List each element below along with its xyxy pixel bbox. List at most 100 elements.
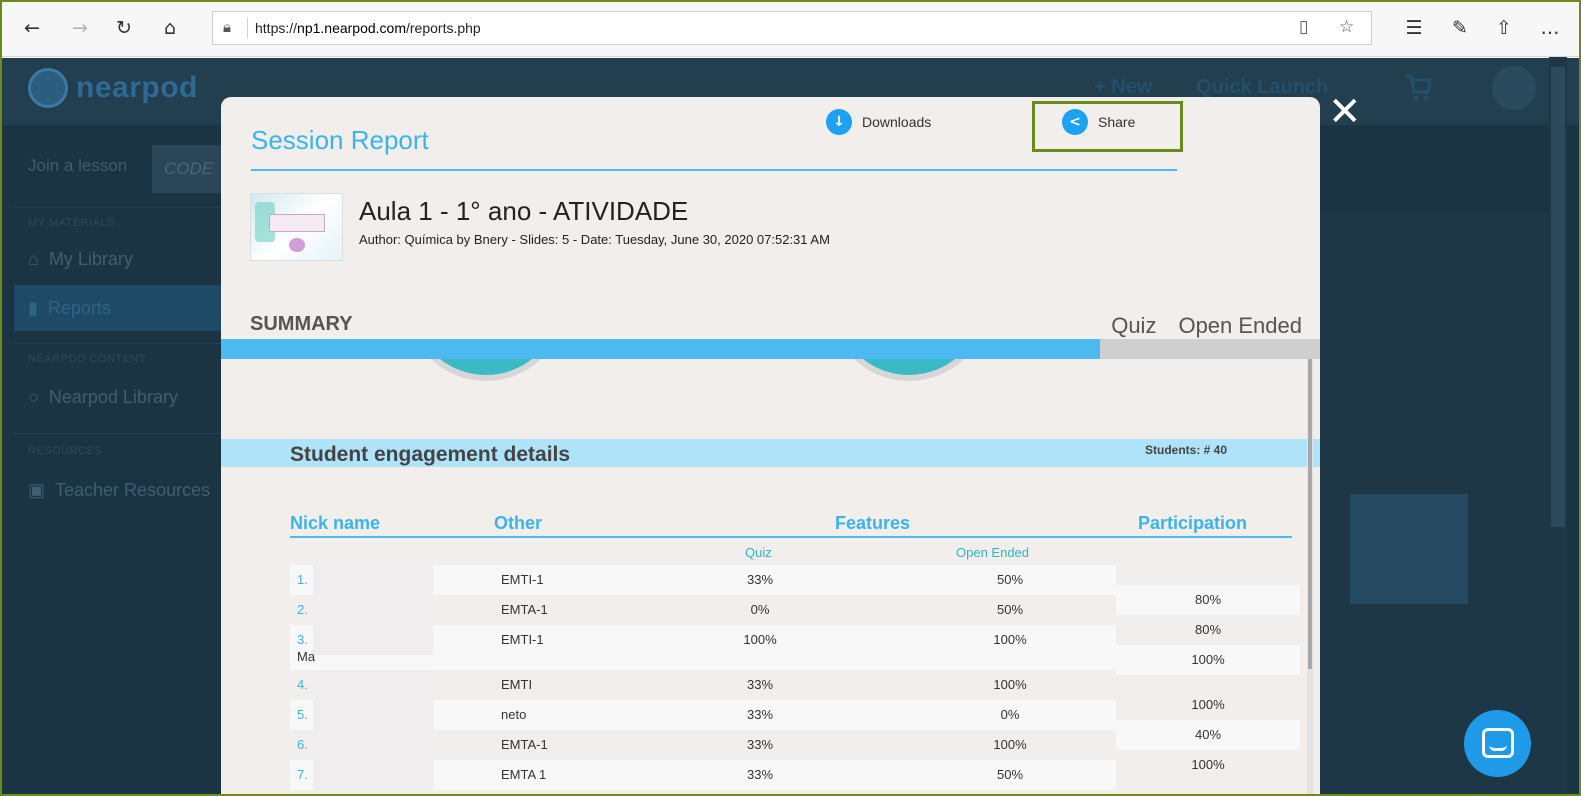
- other-cell: EMTI: [501, 677, 533, 692]
- progress-bar: [221, 339, 1320, 359]
- sidebar-item-label: Teacher Resources: [55, 480, 211, 500]
- quiz-cell: 33%: [746, 572, 774, 587]
- nick-name-cell: [313, 625, 433, 655]
- report-tabs: Quiz Open Ended: [1111, 313, 1302, 339]
- participation-cell: 40%: [1116, 720, 1300, 750]
- participation-cell: 100%: [1116, 645, 1300, 675]
- row-number: 3.: [297, 632, 308, 647]
- url-text: https://np1.nearpod.com/reports.php: [255, 20, 481, 36]
- other-cell: EMTI-1: [501, 572, 544, 587]
- row-number: 4.: [297, 677, 308, 692]
- address-divider: [247, 18, 248, 38]
- table-row: 5. neto 33% 0%: [290, 700, 1116, 730]
- close-icon[interactable]: ✕: [1328, 92, 1362, 132]
- nick-name-cell: [313, 595, 433, 625]
- forward-icon[interactable]: →: [66, 14, 94, 42]
- quiz-cell: 33%: [746, 737, 774, 752]
- open-ended-cell: 50%: [996, 602, 1024, 617]
- nick-name-cell: [313, 565, 433, 595]
- other-cell: EMTA-1: [501, 737, 548, 752]
- sidebar-item-reports[interactable]: ▮ Reports: [14, 285, 224, 331]
- refresh-icon[interactable]: ↻: [110, 14, 138, 42]
- sidebar-item-nearpod-library[interactable]: ○ Nearpod Library: [28, 387, 178, 408]
- quiz-cell: 33%: [746, 767, 774, 782]
- sidebar: Join a lesson CODE MY MATERIALS ⌂ My Lib…: [14, 125, 242, 796]
- participation-value: 80%: [1194, 592, 1222, 607]
- tab-quiz[interactable]: Quiz: [1111, 313, 1156, 339]
- report-scrollbar-thumb[interactable]: [1308, 359, 1312, 669]
- col-open-ended: Open Ended: [956, 545, 1030, 560]
- other-cell: neto: [501, 707, 527, 722]
- quiz-cell: 33%: [746, 707, 774, 722]
- logo-text: nearpod: [76, 71, 198, 104]
- quiz-cell: 33%: [746, 677, 774, 692]
- chat-button[interactable]: [1464, 710, 1531, 777]
- nick-name-cell: [313, 670, 433, 700]
- col-nick-name[interactable]: Nick name: [290, 513, 380, 534]
- title-underline: [251, 169, 1177, 171]
- avatar[interactable]: [1492, 66, 1536, 110]
- bar-chart-icon: ▮: [28, 297, 38, 318]
- nearpod-logo[interactable]: nearpod: [28, 68, 198, 108]
- share-page-icon[interactable]: ⇧: [1490, 14, 1518, 42]
- participation-cell: 100%: [1116, 750, 1300, 780]
- lesson-meta: Author: Química by Bnery - Slides: 5 - D…: [359, 232, 830, 247]
- report-scroll-area[interactable]: Student engagement details Students: # 4…: [221, 359, 1320, 796]
- new-button[interactable]: + New: [1094, 76, 1152, 99]
- open-ended-cell: 100%: [993, 737, 1027, 752]
- col-participation[interactable]: Participation: [1138, 513, 1247, 534]
- table-row: 3. Ma EMTI-1 100% 100%: [290, 625, 1116, 670]
- browser-toolbar: ← → ↻ ⌂ 🔒︎ https://np1.nearpod.com/repor…: [0, 0, 1581, 57]
- sidebar-item-my-library[interactable]: ⌂ My Library: [28, 249, 133, 270]
- tab-open-ended[interactable]: Open Ended: [1178, 313, 1302, 339]
- sidebar-item-teacher-resources[interactable]: ▣ Teacher Resources: [28, 480, 210, 501]
- col-other[interactable]: Other: [494, 513, 542, 534]
- participation-value: 80%: [1194, 622, 1222, 637]
- favorites-list-icon[interactable]: ☰: [1400, 14, 1428, 42]
- table-row: 7. EMTA 1 33% 50%: [290, 760, 1116, 790]
- open-ended-cell: 0%: [1000, 707, 1020, 722]
- participation-cell: 80%: [1116, 585, 1300, 615]
- downloads-label: Downloads: [862, 114, 932, 130]
- progress-fill: [221, 339, 1101, 359]
- sidebar-divider: [14, 433, 224, 434]
- session-report-modal: Session Report ↓ Downloads < Share Aula …: [221, 97, 1320, 796]
- favorite-star-icon[interactable]: ☆: [1339, 17, 1354, 37]
- participation-value: 100%: [1191, 697, 1225, 712]
- sidebar-item-label: Nearpod Library: [48, 387, 178, 407]
- reading-view-icon[interactable]: ▯: [1299, 17, 1308, 37]
- address-bar[interactable]: 🔒︎ https://np1.nearpod.com/reports.php ▯…: [212, 11, 1372, 45]
- col-quiz: Quiz: [745, 545, 772, 560]
- open-ended-cell: 100%: [993, 677, 1027, 692]
- row-extra: Ma: [297, 649, 316, 664]
- quiz-donut-chart: [406, 359, 566, 381]
- open-ended-cell: 100%: [993, 632, 1027, 647]
- sidebar-item-label: Reports: [47, 297, 111, 318]
- quiz-cell: 0%: [750, 602, 770, 617]
- home-icon: ⌂: [28, 249, 39, 269]
- table-row: 6. EMTA-1 33% 100%: [290, 730, 1116, 760]
- page-scrollbar-thumb[interactable]: [1551, 67, 1565, 527]
- table-row: 4. EMTI 33% 100%: [290, 670, 1116, 700]
- section-my-materials: MY MATERIALS: [28, 217, 115, 229]
- nick-name-cell: [313, 760, 433, 790]
- home-icon[interactable]: ⌂: [156, 14, 184, 42]
- report-scrollbar[interactable]: [1307, 359, 1313, 796]
- quick-launch-button[interactable]: Quick Launch: [1196, 76, 1328, 99]
- section-nearpod-content: NEARPOD CONTENT: [28, 353, 147, 365]
- back-icon[interactable]: ←: [18, 14, 46, 42]
- more-icon[interactable]: …: [1536, 14, 1564, 42]
- downloads-button[interactable]: ↓ Downloads: [826, 109, 931, 135]
- nick-name-cell: [313, 700, 433, 730]
- page-scrollbar[interactable]: [1549, 57, 1567, 796]
- header-underline: [290, 536, 1292, 538]
- download-icon: ↓: [826, 109, 852, 135]
- cart-icon[interactable]: [1404, 72, 1432, 102]
- col-features: Features: [835, 513, 911, 533]
- pen-icon[interactable]: ✎: [1446, 14, 1474, 42]
- lesson-thumbnail: [250, 193, 343, 261]
- other-cell: EMTA-1: [501, 602, 548, 617]
- other-cell: EMTI-1: [501, 632, 544, 647]
- open-ended-donut-chart: [829, 359, 989, 381]
- row-number: 2.: [297, 602, 308, 617]
